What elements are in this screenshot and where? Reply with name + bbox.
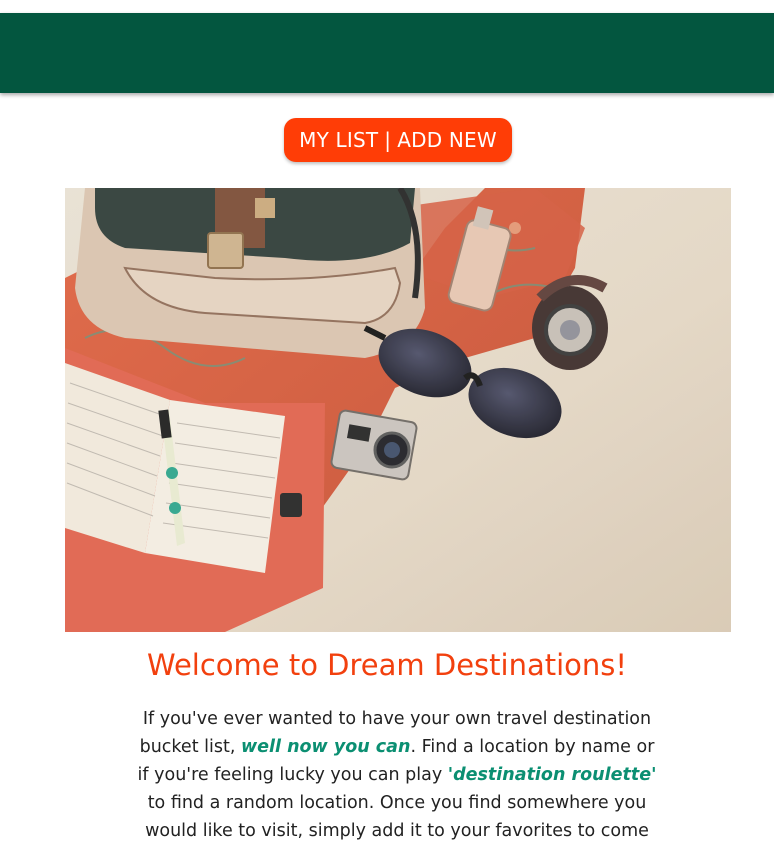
intro-emphasis-1: well now you can bbox=[240, 737, 411, 757]
add-new-link[interactable]: ADD NEW bbox=[397, 128, 497, 152]
my-list-link[interactable]: MY LIST bbox=[299, 128, 378, 152]
intro-text-3: to find a random location. Once you find… bbox=[145, 793, 649, 841]
travel-flatlay-image bbox=[65, 188, 731, 632]
nav-button-group: MY LIST | ADD NEW bbox=[284, 118, 512, 162]
page-title: Welcome to Dream Destinations! bbox=[146, 648, 628, 682]
intro-paragraph: If you've ever wanted to have your own t… bbox=[135, 705, 659, 845]
nav-separator: | bbox=[384, 128, 392, 152]
intro-emphasis-2: 'destination roulette' bbox=[447, 765, 657, 785]
top-header-bar bbox=[0, 13, 774, 93]
hero-image bbox=[65, 188, 731, 632]
